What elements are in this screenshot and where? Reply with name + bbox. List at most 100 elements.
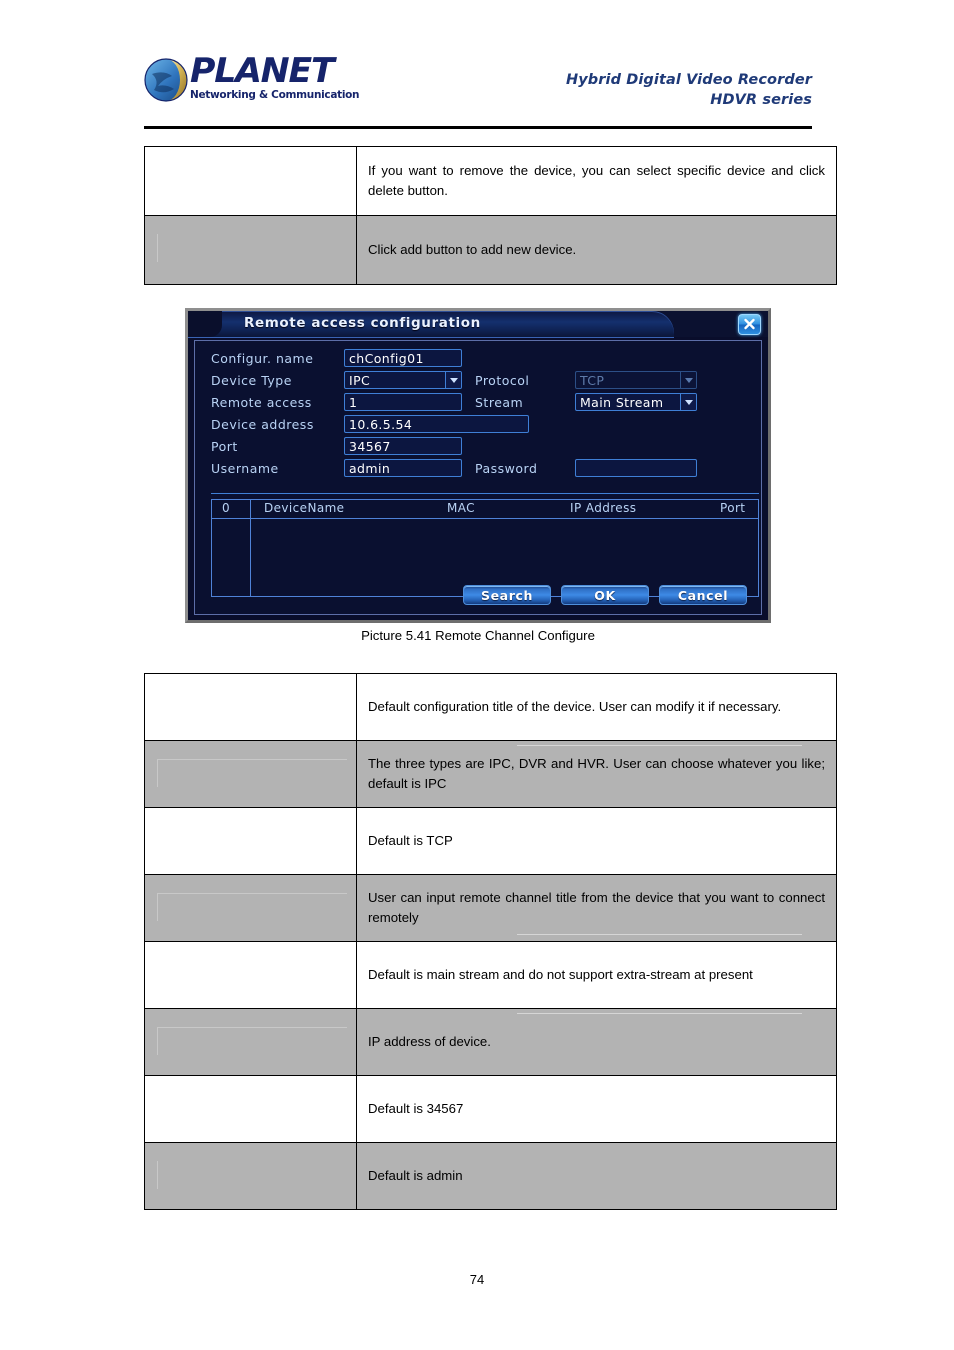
ghost-artifact (517, 745, 802, 746)
column-header-devicename: DeviceName (264, 501, 345, 515)
search-button[interactable]: Search (463, 585, 551, 605)
chevron-down-icon[interactable] (680, 372, 696, 388)
table-cell-text: IP address of device. (368, 1034, 491, 1049)
configur-name-input[interactable]: chConfig01 (344, 349, 462, 367)
device-type-label: Device Type (211, 373, 292, 388)
dialog-body: Configur. name chConfig01 Device Type IP… (194, 340, 762, 615)
table-cell-description: Click add button to add new device. (356, 215, 837, 285)
bottom-description-table: Default configuration title of the devic… (144, 673, 837, 1210)
table-row: Default is admin (144, 1142, 837, 1210)
stream-label: Stream (475, 395, 524, 410)
configur-name-value: chConfig01 (349, 351, 424, 366)
ghost-artifact (157, 1027, 158, 1055)
table-row: If you want to remove the device, you ca… (144, 146, 837, 216)
table-cell-term (144, 146, 357, 216)
product-title-line1: Hybrid Digital Video Recorder (565, 72, 812, 88)
table-cell-text: User can input remote channel title from… (368, 890, 825, 925)
remote-access-label: Remote access (211, 395, 312, 410)
password-label: Password (475, 461, 538, 476)
table-row: Default configuration title of the devic… (144, 673, 837, 741)
table-row: Default is 34567 (144, 1075, 837, 1143)
chevron-down-icon[interactable] (680, 394, 696, 410)
column-header-port: Port (720, 501, 746, 515)
product-title: Hybrid Digital Video Recorder HDVR serie… (566, 70, 812, 110)
header-divider (144, 126, 812, 129)
ghost-artifact (157, 893, 347, 894)
table-row: IP address of device. (144, 1008, 837, 1076)
table-cell-text: The three types are IPC, DVR and HVR. Us… (368, 756, 825, 791)
remote-access-value: 1 (349, 395, 358, 410)
logo-wordmark: PLANET (190, 51, 335, 91)
table-cell-description: Default is 34567 (356, 1075, 837, 1143)
table-row: Click add button to add new device. (144, 215, 837, 285)
planet-globe-icon (144, 58, 188, 102)
form-row-device-type: Device Type IPC Protocol TCP (211, 371, 759, 391)
figure-caption: Picture 5.41 Remote Channel Configure (361, 628, 595, 643)
planet-logo: PLANET Networking & Communication (144, 52, 374, 110)
table-cell-term (144, 740, 357, 808)
username-value: admin (349, 461, 391, 476)
column-header-mac: MAC (447, 501, 475, 515)
ghost-artifact (517, 934, 802, 935)
page-number: 74 (469, 1272, 485, 1287)
table-cell-term (144, 673, 357, 741)
ghost-artifact (157, 1161, 158, 1189)
table-cell-description: Default is TCP (356, 807, 837, 875)
table-row: The three types are IPC, DVR and HVR. Us… (144, 740, 837, 808)
form-row-username: Username admin Password (211, 459, 759, 479)
username-label: Username (211, 461, 279, 476)
stream-value: Main Stream (580, 395, 664, 410)
table-cell-term (144, 874, 357, 942)
ghost-artifact (157, 893, 158, 921)
table-cell-term (144, 807, 357, 875)
close-icon[interactable] (738, 314, 761, 335)
form-row-device-address: Device address 10.6.5.54 (211, 415, 759, 435)
ghost-artifact (157, 759, 158, 787)
table-row: User can input remote channel title from… (144, 874, 837, 942)
remote-access-input[interactable]: 1 (344, 393, 462, 411)
page-header: PLANET Networking & Communication Hybrid… (144, 46, 812, 126)
table-row: Default is TCP (144, 807, 837, 875)
table-cell-description: Default is admin (356, 1142, 837, 1210)
table-cell-description: Default is main stream and do not suppor… (356, 941, 837, 1009)
device-type-select[interactable]: IPC (344, 371, 462, 389)
device-list-header-row: 0 DeviceName MAC IP Address Port (212, 500, 758, 519)
dialog-form: Configur. name chConfig01 Device Type IP… (211, 349, 759, 481)
ok-button[interactable]: OK (561, 585, 649, 605)
device-type-value: IPC (349, 373, 371, 388)
stream-select[interactable]: Main Stream (575, 393, 697, 411)
port-label: Port (211, 439, 238, 454)
column-divider (250, 519, 251, 597)
form-row-remote-access: Remote access 1 Stream Main Stream (211, 393, 759, 413)
column-header-ip-address: IP Address (570, 501, 637, 515)
protocol-select[interactable]: TCP (575, 371, 697, 389)
table-cell-description: IP address of device. (356, 1008, 837, 1076)
device-list-table[interactable]: 0 DeviceName MAC IP Address Port (211, 499, 759, 597)
ghost-artifact (157, 1027, 347, 1028)
device-address-label: Device address (211, 417, 314, 432)
table-cell-description: The three types are IPC, DVR and HVR. Us… (356, 740, 837, 808)
device-address-input[interactable]: 10.6.5.54 (344, 415, 529, 433)
column-header-index: 0 (222, 501, 231, 515)
table-cell-description: User can input remote channel title from… (356, 874, 837, 942)
table-cell-term (144, 215, 357, 285)
dialog-titlebar: Remote access configuration (188, 311, 768, 338)
top-description-table: If you want to remove the device, you ca… (144, 146, 837, 285)
remote-access-configuration-dialog[interactable]: Remote access configuration Configur. na… (185, 308, 771, 623)
password-input[interactable] (575, 459, 697, 477)
ghost-artifact (517, 1013, 802, 1014)
port-input[interactable]: 34567 (344, 437, 462, 455)
form-row-configur-name: Configur. name chConfig01 (211, 349, 759, 369)
chevron-down-icon[interactable] (445, 372, 461, 388)
port-value: 34567 (349, 439, 391, 454)
cancel-button[interactable]: Cancel (659, 585, 747, 605)
dialog-title: Remote access configuration (244, 315, 481, 331)
protocol-label: Protocol (475, 373, 530, 388)
username-input[interactable]: admin (344, 459, 462, 477)
table-cell-description: Default configuration title of the devic… (356, 673, 837, 741)
form-list-divider (211, 493, 759, 494)
table-cell-term (144, 941, 357, 1009)
product-title-line2: HDVR series (710, 92, 812, 108)
form-row-port: Port 34567 (211, 437, 759, 457)
column-divider (250, 500, 251, 518)
